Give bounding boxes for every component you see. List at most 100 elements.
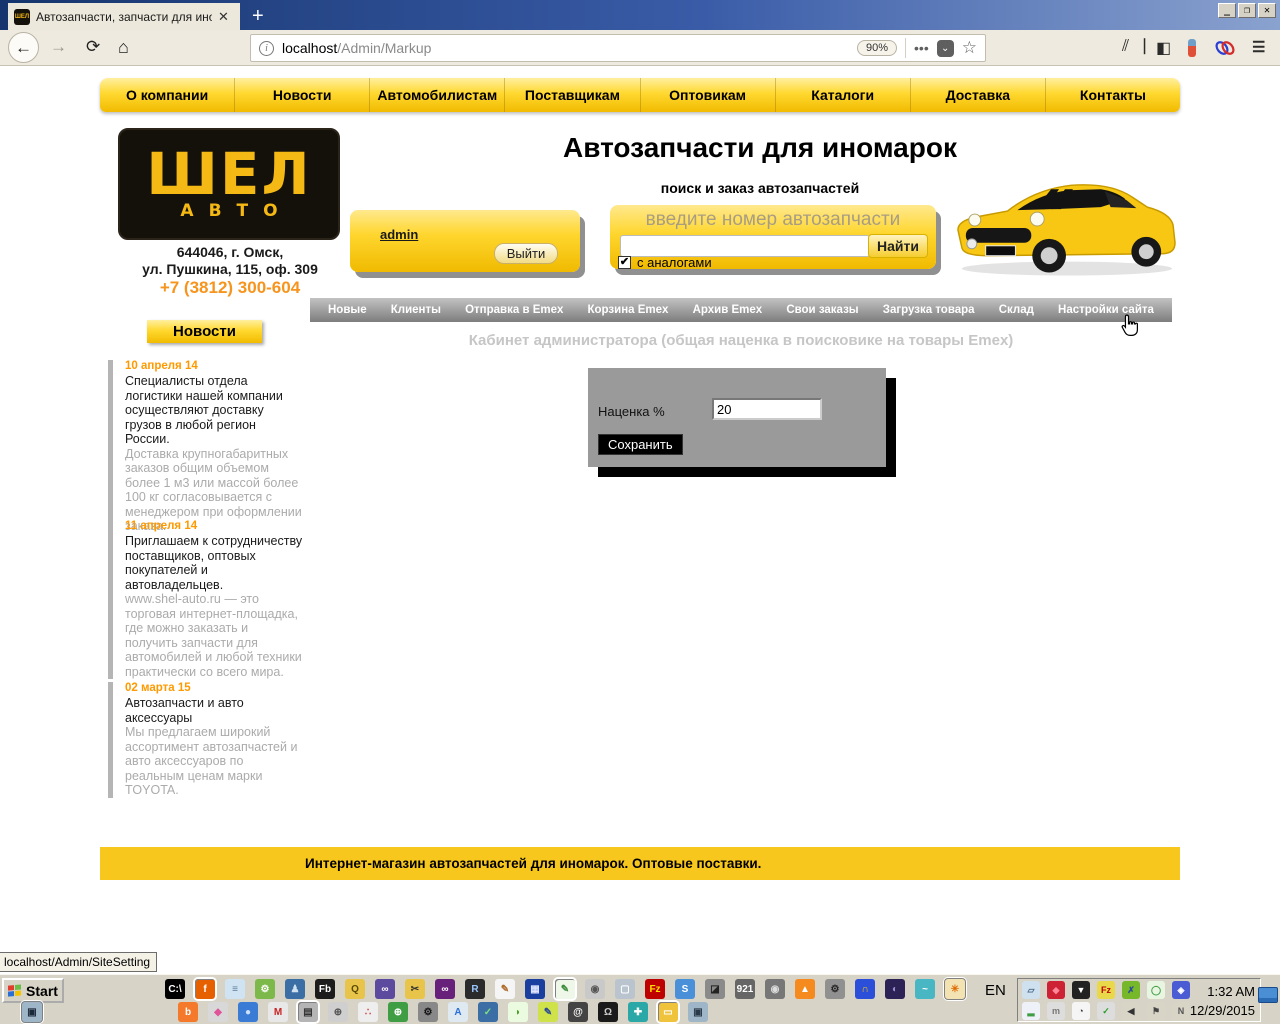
nav-item-wholesalers[interactable]: Оптовикам: [641, 78, 776, 112]
rings-extension-icon[interactable]: [1214, 38, 1236, 63]
media-classic-icon[interactable]: 921: [735, 979, 755, 999]
dark-spiral-icon[interactable]: @: [568, 1002, 588, 1022]
pocket-icon[interactable]: ⌄: [936, 39, 954, 57]
nav-item-delivery[interactable]: Доставка: [911, 78, 1046, 112]
flag-alert-icon[interactable]: ⚑: [1147, 1002, 1165, 1020]
green-ring-icon[interactable]: ◯: [1147, 981, 1165, 999]
page-actions-icon[interactable]: •••: [914, 40, 929, 56]
film-gear-icon[interactable]: ⚙: [825, 979, 845, 999]
logout-button[interactable]: Выйти: [494, 243, 558, 264]
save-button[interactable]: Сохранить: [598, 434, 683, 455]
tab-close-icon[interactable]: ✕: [218, 9, 229, 25]
sidebar-icon[interactable]: ◧: [1156, 38, 1171, 58]
teal-flower-icon[interactable]: ✚: [628, 1002, 648, 1022]
infinity-app-icon[interactable]: ∞: [375, 979, 395, 999]
news-title[interactable]: Автозапчасти и авто аксессуары: [125, 696, 304, 725]
mouse-settings-icon[interactable]: m: [1047, 1002, 1065, 1020]
url-bar[interactable]: i localhost/Admin/Markup 90% ••• ⌄ ☆: [250, 34, 986, 62]
notepad-icon[interactable]: ≡: [225, 979, 245, 999]
bookmark-star-icon[interactable]: ☆: [962, 38, 977, 58]
brush-check-icon[interactable]: ✗: [1122, 981, 1140, 999]
snippet-tool-icon[interactable]: ✂: [405, 979, 425, 999]
pencil-editor-icon[interactable]: ✎: [495, 979, 515, 999]
filezilla-icon[interactable]: Fz: [645, 979, 665, 999]
aptana-icon[interactable]: A: [448, 1002, 468, 1022]
part-number-input[interactable]: [620, 235, 870, 257]
globe-green-icon[interactable]: ⊕: [388, 1002, 408, 1022]
close-button[interactable]: ✕: [1258, 3, 1276, 18]
window-folder-icon[interactable]: ▢: [615, 979, 635, 999]
floppy-save-icon[interactable]: ▦: [525, 979, 545, 999]
remote-user-icon[interactable]: ♟: [285, 979, 305, 999]
browser-tab[interactable]: ШЕЛ Автозапчасти, запчасти для ино ✕: [8, 3, 240, 30]
film-reel-icon[interactable]: ◉: [765, 979, 785, 999]
workstation-icon[interactable]: ▣: [688, 1002, 708, 1022]
extension-pill-icon[interactable]: [1188, 39, 1196, 57]
news-header-button[interactable]: Новости: [147, 320, 262, 343]
nav-item-motorists[interactable]: Автомобилистам: [370, 78, 506, 112]
volume-icon[interactable]: ◀: [1122, 1002, 1140, 1020]
search-button[interactable]: Найти: [868, 234, 928, 258]
admin-link-own-orders[interactable]: Свои заказы: [786, 304, 858, 316]
library-icon[interactable]: ⫽⎹: [1122, 38, 1145, 56]
firefox-icon[interactable]: f: [195, 979, 215, 999]
sphere-group-icon[interactable]: ∴: [358, 1002, 378, 1022]
markup-percent-input[interactable]: [712, 398, 822, 420]
dreamweaver-icon[interactable]: S: [675, 979, 695, 999]
admin-link-clients[interactable]: Клиенты: [391, 304, 441, 316]
news-title[interactable]: Приглашаем к сотрудничеству поставщиков,…: [125, 534, 304, 592]
admin-link-archive-emex[interactable]: Архив Emex: [693, 304, 763, 316]
usb-safe-remove-icon[interactable]: ✓: [1097, 1002, 1115, 1020]
globe-gray-icon[interactable]: ⊕: [328, 1002, 348, 1022]
server-admin-icon[interactable]: ▤: [298, 1002, 318, 1022]
back-button[interactable]: ←: [8, 32, 39, 63]
new-tab-button[interactable]: +: [252, 6, 264, 26]
computer-lock-icon[interactable]: ▣: [22, 1002, 42, 1022]
paint-brush-icon[interactable]: ✎: [538, 1002, 558, 1022]
admin-link-cart-emex[interactable]: Корзина Emex: [588, 304, 669, 316]
admin-link-send-emex[interactable]: Отправка в Emex: [465, 304, 563, 316]
blue-gem-icon[interactable]: ◈: [1172, 981, 1190, 999]
contact-card-icon[interactable]: ▱: [1022, 981, 1040, 999]
search-tool-icon[interactable]: Q: [345, 979, 365, 999]
flash-builder-icon[interactable]: Fb: [315, 979, 335, 999]
site-info-icon[interactable]: i: [259, 40, 274, 56]
blue-ball-icon[interactable]: ●: [238, 1002, 258, 1022]
media-flower-icon[interactable]: ✳: [945, 979, 965, 999]
nav-item-contacts[interactable]: Контакты: [1046, 78, 1180, 112]
eclipse-icon[interactable]: ◐: [885, 979, 905, 999]
color-shapes-icon[interactable]: ◆: [208, 1002, 228, 1022]
show-desktop-icon[interactable]: [1258, 987, 1278, 1003]
gear-pair-icon[interactable]: ⚙: [418, 1002, 438, 1022]
wave-editor-icon[interactable]: ~: [915, 979, 935, 999]
audio-headphones-icon[interactable]: ∩: [855, 979, 875, 999]
shield-lock-icon[interactable]: ✓: [478, 1002, 498, 1022]
filezilla-tray-icon[interactable]: Fz: [1097, 981, 1115, 999]
restore-button[interactable]: ❐: [1238, 3, 1256, 18]
cmd-prompt-icon[interactable]: C:\: [165, 979, 185, 999]
logged-in-user-link[interactable]: admin: [380, 227, 418, 242]
admin-link-site-settings[interactable]: Настройки сайта: [1058, 304, 1154, 316]
movie-clapper-icon[interactable]: ◪: [705, 979, 725, 999]
green-leaf-icon[interactable]: ◗: [508, 1002, 528, 1022]
admin-link-new[interactable]: Новые: [328, 304, 367, 316]
black-orb-icon[interactable]: ▼: [1072, 981, 1090, 999]
network-plug-icon[interactable]: N: [1172, 1002, 1190, 1020]
start-button[interactable]: Start: [2, 978, 64, 1003]
red-diamond-icon[interactable]: ◆: [1047, 981, 1065, 999]
reload-button[interactable]: ⟳: [86, 37, 100, 57]
nav-item-catalogs[interactable]: Каталоги: [776, 78, 911, 112]
emule-icon[interactable]: M: [268, 1002, 288, 1022]
analogs-checkbox[interactable]: ✔: [618, 256, 631, 269]
zoom-level-badge[interactable]: 90%: [857, 40, 898, 56]
nav-item-news[interactable]: Новости: [235, 78, 371, 112]
yellow-folder-icon[interactable]: ▭: [658, 1002, 678, 1022]
admin-link-upload-goods[interactable]: Загрузка товара: [883, 304, 975, 316]
nav-item-company[interactable]: О компании: [100, 78, 236, 112]
news-title[interactable]: Специалисты отдела логистики нашей компа…: [125, 374, 304, 447]
forward-button[interactable]: →: [50, 37, 67, 57]
minimize-button[interactable]: _: [1218, 3, 1236, 18]
net-activity-icon[interactable]: ▂: [1022, 1002, 1040, 1020]
cd-burner-icon[interactable]: ◉: [585, 979, 605, 999]
hamburger-menu-icon[interactable]: ☰: [1252, 38, 1265, 56]
